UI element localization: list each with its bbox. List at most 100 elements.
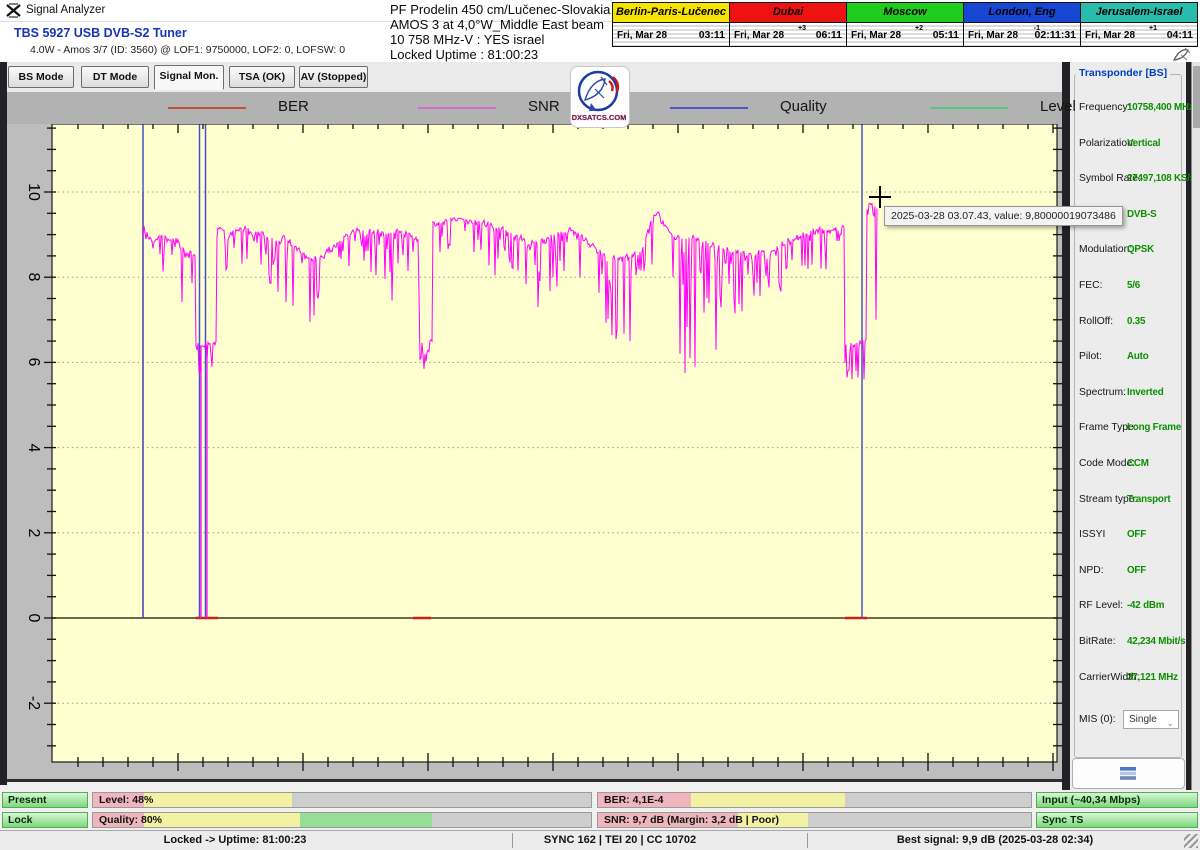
top-header-area: Signal Analyzer TBS 5927 USB DVB-S2 Tune… [0,0,1200,62]
bar-label: Quality: 80% [99,814,162,826]
field-label-rf-level: RF Level: [1079,600,1123,611]
mis-select[interactable]: Single ⌄ [1123,710,1179,729]
tab-av-stopped[interactable]: AV (Stopped) [299,66,368,88]
quality-bar: Quality: 80% [92,812,592,828]
clock-date: Fri, Mar 28 [734,30,784,41]
clock-cell-jerusalem-israel: Jerusalem-IsraelFri, Mar 28+104:11 [1081,3,1197,46]
legend-label-ber: BER [278,98,309,115]
transponder-group-title: Transponder [BS] [1076,67,1170,79]
field-value-issyi: OFF [1127,529,1146,540]
field-value-carrierwidth: 37,121 MHz [1127,672,1178,683]
field-value-polarization: Vertical [1127,138,1160,149]
antenna-info-block: PF Prodelin 450 cm/Lučenec-Slovakia AMOS… [390,2,610,62]
signal-chart[interactable] [7,62,1062,779]
legend-line-level [930,107,1008,109]
field-value-bitrate: 42,234 Mbit/s [1127,636,1185,647]
y-axis-label-4: 4 [20,436,42,460]
device-title: TBS 5927 USB DVB-S2 Tuner [14,26,187,40]
y-axis-label-8: 8 [20,265,42,289]
left-border-strip [0,62,7,785]
clock-cell-dubai: DubaiFri, Mar 28+306:11 [730,3,847,46]
field-label-fec: FEC: [1079,280,1102,291]
field-label-bitrate: BitRate: [1079,636,1116,647]
tab-dt-mode[interactable]: DT Mode [81,66,149,88]
bar-label: BER: 4,1E-4 [604,794,664,806]
services-button[interactable] [1072,758,1185,789]
legend-line-ber [168,107,246,109]
bar-segment-green [300,813,431,827]
app-icon [6,3,21,18]
field-label-frequency: Frequency: [1079,102,1131,113]
center-splitter-strip [1062,62,1070,790]
clock-city: Moscow [847,3,963,23]
chart-tooltip: 2025-03-28 03.07.43, value: 9,8000001907… [884,206,1123,226]
field-label-modulation: Modulation: [1079,244,1132,255]
field-value-rf-level: -42 dBm [1127,600,1164,611]
info-line-satellite: AMOS 3 at 4,0°W_Middle East beam [390,17,610,32]
clock-time: 06:11 [816,29,842,41]
info-line-uptime: Locked Uptime : 81:00:23 [390,47,610,62]
tab-signal-mon[interactable]: Signal Mon. [154,65,224,90]
logo-text: DXSATCS.COM [572,113,627,122]
y-axis-label-0: 0 [20,606,42,630]
legend-line-quality [670,107,748,109]
field-label-npd: NPD: [1079,565,1104,576]
world-clock-strip: Berlin-Paris-LučenecFri, Mar 2803:11Duba… [612,2,1198,47]
window-title: Signal Analyzer [26,4,105,16]
right-scrollbar[interactable] [1191,62,1200,790]
status-box-lock: Lock [2,812,88,828]
crosshair-cursor-v [879,186,881,208]
status-divider [807,833,808,848]
clock-time: 02:11:31 [1035,29,1076,41]
y-axis-label--2: -2 [20,691,42,715]
status-divider [512,833,513,848]
service-list-icon [1120,767,1136,780]
bar-segment-yellow [144,793,292,807]
field-value-standard: DVB-S [1127,209,1156,220]
field-label-rolloff: RollOff: [1079,316,1113,327]
ber-bar: BER: 4,1E-4 [597,792,1032,808]
field-value-stream-type: Transport [1127,494,1170,505]
dxsatcs-logo: DXSATCS.COM [570,66,630,128]
level-bar: Level: 48% [92,792,592,808]
chevron-down-icon: ⌄ [1166,714,1174,732]
mis-label: MIS (0): [1079,714,1116,725]
clock-time: 03:11 [699,29,725,41]
clock-time: 04:11 [1167,29,1193,41]
progress-row-lock: Lock Quality: 80% SNR: 9,7 dB (Margin: 3,2… [0,812,1200,828]
mis-selected-value: Single [1129,714,1157,725]
field-value-pilot: Auto [1127,351,1149,362]
clock-city: Dubai [730,3,846,23]
info-line-antenna: PF Prodelin 450 cm/Lučenec-Slovakia [390,2,610,17]
field-label-pilot: Pilot: [1079,351,1102,362]
status-best-signal: Best signal: 9,9 dB (2025-03-28 02:34) [835,834,1155,846]
field-value-spectrum: Inverted [1127,387,1164,398]
status-box-present: Present [2,792,88,808]
clock-utc-offset: +2 [915,25,923,32]
field-value-code-mode: CCM [1127,458,1149,469]
signal-monitor-area: BS Mode DT ModeSignal Mon.TSA (OK)AV (Sto… [7,62,1062,782]
legend-label-snr: SNR [528,98,560,115]
bar-label: SNR: 9,7 dB (Margin: 3,2 dB | Poor) [604,814,779,826]
status-sync-counters: SYNC 162 | TEI 20 | CC 10702 [460,834,780,846]
legend-line-snr [418,107,496,109]
clock-cell-london-eng: London, EngFri, Mar 28-102:11:31 [964,3,1081,46]
tab-tsa-ok[interactable]: TSA (OK) [229,66,295,88]
status-box-sync-ts: Sync TS [1036,812,1198,828]
y-axis-label-6: 6 [20,350,42,374]
statusbar: Locked -> Uptime: 81:00:23 SYNC 162 | TE… [0,830,1200,850]
tab-bs-mode[interactable]: BS Mode [8,66,74,88]
resize-grip[interactable] [1184,834,1198,848]
status-box-input-40-34-mbps: Input (~40,34 Mbps) [1036,792,1198,808]
status-lock-uptime: Locked -> Uptime: 81:00:23 [75,834,395,846]
field-value-rolloff: 0.35 [1127,316,1145,327]
clock-time-row: Fri, Mar 28-102:11:31 [964,23,1080,46]
mode-tabs: BS Mode DT ModeSignal Mon.TSA (OK)AV (Sto… [7,62,1062,92]
device-subtitle: 4.0W - Amos 3/7 (ID: 3560) @ LOF1: 97500… [30,44,345,56]
bar-segment-yellow [144,813,300,827]
clock-date: Fri, Mar 28 [968,30,1018,41]
bar-segment-yellow [691,793,845,807]
bar-label: Level: 48% [99,794,153,806]
scrollbar-thumb[interactable] [1193,66,1200,128]
clock-cell-moscow: MoscowFri, Mar 28+205:11 [847,3,964,46]
